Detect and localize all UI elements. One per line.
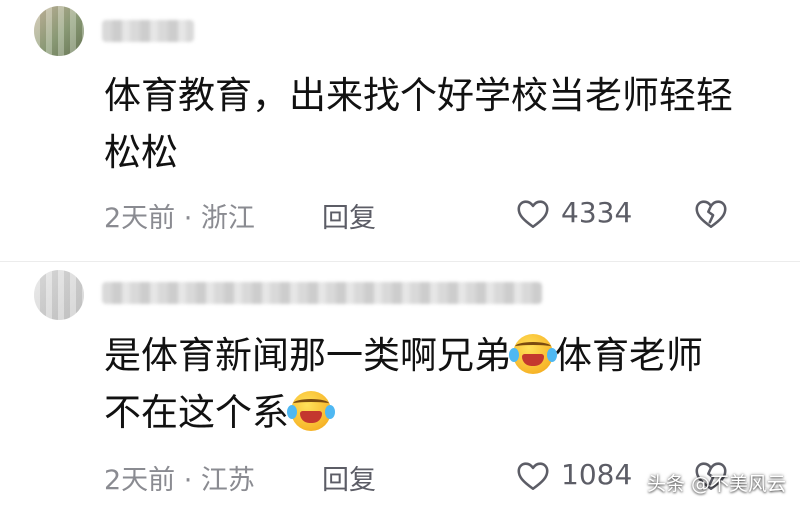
username-blurred[interactable] bbox=[102, 282, 542, 304]
avatar[interactable] bbox=[34, 270, 84, 320]
comment-text-line: 松松 bbox=[104, 131, 178, 174]
comment-text-segment: 是体育新闻那一类啊兄弟 bbox=[104, 334, 511, 377]
comment-text-segment: 不在这个系 bbox=[104, 391, 289, 434]
reply-button[interactable]: 回复 bbox=[322, 458, 376, 497]
laughing-crying-emoji-icon bbox=[287, 391, 335, 431]
like-count: 4334 bbox=[561, 196, 633, 229]
like-count: 1084 bbox=[561, 458, 633, 491]
comment-1: 体育教育，出来找个好学校当老师轻轻 松松 2天前 · 浙江 回复 4334 bbox=[0, 0, 800, 262]
laughing-crying-emoji-icon bbox=[509, 334, 557, 374]
username-blurred[interactable] bbox=[102, 20, 194, 42]
comment-meta: 2天前 · 江苏 bbox=[104, 465, 255, 496]
comment-text: 是体育新闻那一类啊兄弟 体育老师 不在这个系 bbox=[104, 327, 744, 441]
heart-outline-icon[interactable] bbox=[514, 458, 552, 494]
broken-heart-icon[interactable] bbox=[692, 196, 730, 232]
comment-text: 体育教育，出来找个好学校当老师轻轻 松松 bbox=[104, 67, 744, 181]
comment-text-segment: 体育老师 bbox=[555, 334, 703, 377]
heart-outline-icon[interactable] bbox=[514, 196, 552, 232]
watermark: 头条 @不美风云 bbox=[646, 473, 786, 495]
avatar[interactable] bbox=[34, 6, 84, 56]
comment-meta: 2天前 · 浙江 bbox=[104, 203, 255, 234]
comment-text-line: 体育教育，出来找个好学校当老师轻轻 bbox=[104, 74, 733, 117]
reply-button[interactable]: 回复 bbox=[322, 196, 376, 235]
